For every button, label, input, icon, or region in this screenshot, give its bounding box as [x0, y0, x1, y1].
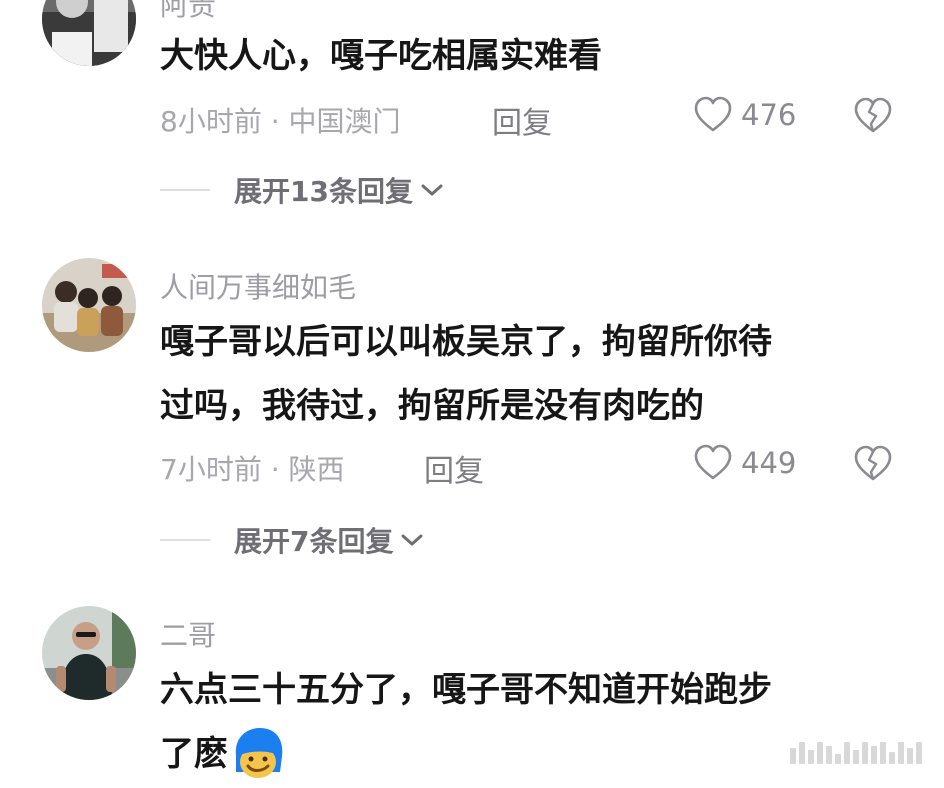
- comment-text: 大快人心，嘎子吃相属实难看: [160, 24, 602, 88]
- comment-username[interactable]: 人间万事细如毛: [160, 266, 356, 306]
- blue-hair-face-emoji: [235, 728, 283, 778]
- comment-text-line: 了麽: [160, 734, 228, 774]
- expand-replies-button[interactable]: 展开7条回复: [160, 520, 425, 560]
- broken-heart-icon: [854, 97, 892, 133]
- expand-replies-label: 展开7条回复: [234, 525, 394, 558]
- expand-replies-button[interactable]: 展开13条回复: [160, 170, 445, 210]
- reply-button[interactable]: 回复: [424, 446, 484, 490]
- comment-username[interactable]: 二哥: [160, 614, 216, 654]
- like-count: 449: [741, 446, 797, 480]
- comment-text-line: 过吗，我待过，拘留所是没有肉吃的: [160, 386, 704, 426]
- avatar-photo: [42, 606, 136, 700]
- like-count: 476: [741, 98, 797, 132]
- reply-button[interactable]: 回复: [492, 98, 552, 142]
- avatar[interactable]: [42, 606, 136, 700]
- avatar[interactable]: [42, 258, 136, 352]
- comment-meta: 7小时前 · 陕西: [160, 453, 345, 486]
- watermark-logo: [790, 742, 922, 764]
- dislike-button[interactable]: [852, 96, 894, 140]
- comment-text-line: 大快人心，嘎子吃相属实难看: [160, 36, 602, 76]
- heart-outline-icon: [694, 444, 732, 480]
- comment-text: 嘎子哥以后可以叫板吴京了，拘留所你待 过吗，我待过，拘留所是没有肉吃的: [160, 310, 772, 438]
- heart-outline-icon: [694, 96, 732, 132]
- comment-text: 六点三十五分了，嘎子哥不知道开始跑步 了麽: [160, 658, 772, 786]
- expand-replies-label: 展开13条回复: [234, 175, 413, 208]
- comment-username[interactable]: 阿贵: [160, 0, 216, 24]
- chevron-down-icon: [401, 534, 423, 546]
- avatar-photo: [42, 0, 136, 66]
- comment-text-line: 嘎子哥以后可以叫板吴京了，拘留所你待: [160, 322, 772, 362]
- chevron-down-icon: [421, 184, 443, 196]
- broken-heart-icon: [854, 445, 892, 481]
- dislike-button[interactable]: [852, 444, 894, 488]
- comment-text-line-wrap: 了麽: [160, 722, 772, 786]
- divider: [160, 189, 210, 191]
- like-button[interactable]: 449: [693, 444, 796, 482]
- comment-meta: 8小时前 · 中国澳门: [160, 105, 401, 138]
- comment-text-line: 六点三十五分了，嘎子哥不知道开始跑步: [160, 670, 772, 710]
- avatar[interactable]: [42, 0, 136, 66]
- avatar-photo: [42, 258, 136, 352]
- divider: [160, 539, 210, 541]
- like-button[interactable]: 476: [693, 96, 796, 134]
